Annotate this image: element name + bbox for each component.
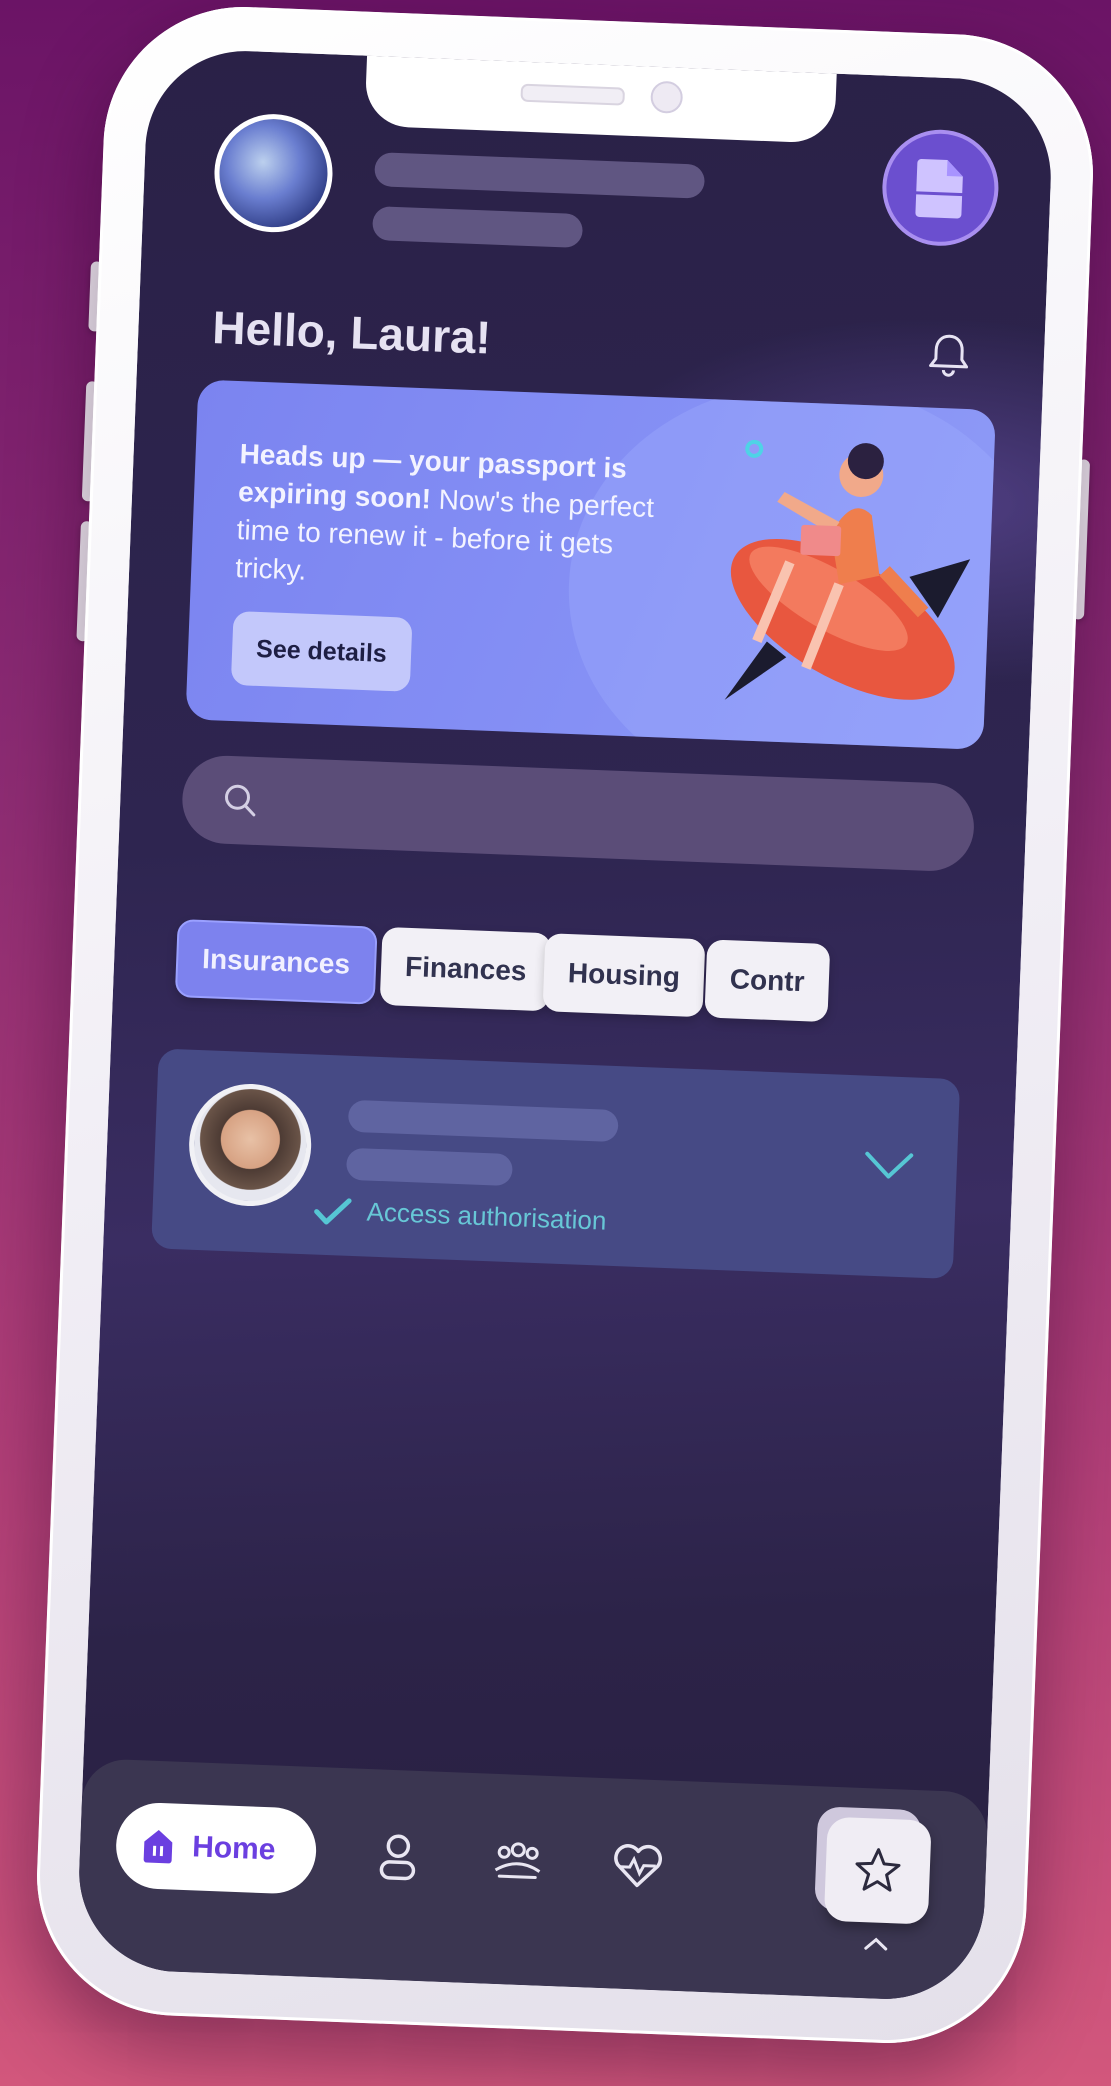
tab-finances[interactable]: Finances [379, 926, 552, 1012]
contact-detail-placeholder [345, 1147, 514, 1187]
nav-home[interactable]: Home [114, 1801, 318, 1896]
name-placeholder-bar [374, 152, 706, 199]
rocket-illustration [724, 439, 971, 700]
caret-up-icon[interactable] [863, 1934, 890, 1953]
bell-icon[interactable] [923, 329, 975, 381]
heart-pulse-icon[interactable] [609, 1836, 667, 1894]
document-icon [914, 159, 967, 219]
check-icon [314, 1197, 352, 1224]
access-status: Access authorisation [312, 1194, 607, 1236]
tab-contr[interactable]: Contr [704, 939, 830, 1023]
category-tabs: Insurances Finances Housing Contr [174, 919, 1021, 1041]
tab-housing[interactable]: Housing [542, 933, 706, 1018]
phone-device: Hello, Laura! Heads up — your passport i… [31, 1, 1099, 2049]
app-screen: Hello, Laura! Heads up — your passport i… [75, 47, 1055, 2003]
search-icon [225, 784, 256, 817]
favorites-button[interactable] [823, 1816, 932, 1925]
subtitle-placeholder-bar [371, 206, 584, 249]
group-icon[interactable] [489, 1832, 547, 1890]
greeting-heading: Hello, Laura! [211, 300, 492, 364]
document-button[interactable] [880, 127, 1001, 248]
tab-insurances[interactable]: Insurances [174, 919, 378, 1005]
access-label: Access authorisation [366, 1196, 607, 1236]
see-details-button[interactable]: See details [230, 610, 413, 692]
nav-home-label: Home [191, 1830, 277, 1867]
front-camera [650, 80, 684, 114]
search-input[interactable] [276, 757, 946, 874]
contact-avatar [186, 1081, 314, 1209]
user-avatar[interactable] [212, 111, 335, 235]
passport-banner: Heads up — your passport is expiring soo… [185, 379, 996, 750]
chevron-down-icon[interactable] [860, 1145, 917, 1187]
banner-message: Heads up — your passport is expiring soo… [235, 435, 681, 604]
search-bar[interactable] [180, 754, 976, 874]
star-icon [855, 1848, 901, 1892]
speaker-grille [520, 83, 626, 106]
profile-icon[interactable] [369, 1827, 427, 1885]
bottom-navigation: Home [75, 1758, 989, 2003]
contact-name-placeholder [347, 1099, 619, 1143]
contact-card[interactable]: Access authorisation [151, 1048, 961, 1280]
home-icon [143, 1830, 173, 1864]
